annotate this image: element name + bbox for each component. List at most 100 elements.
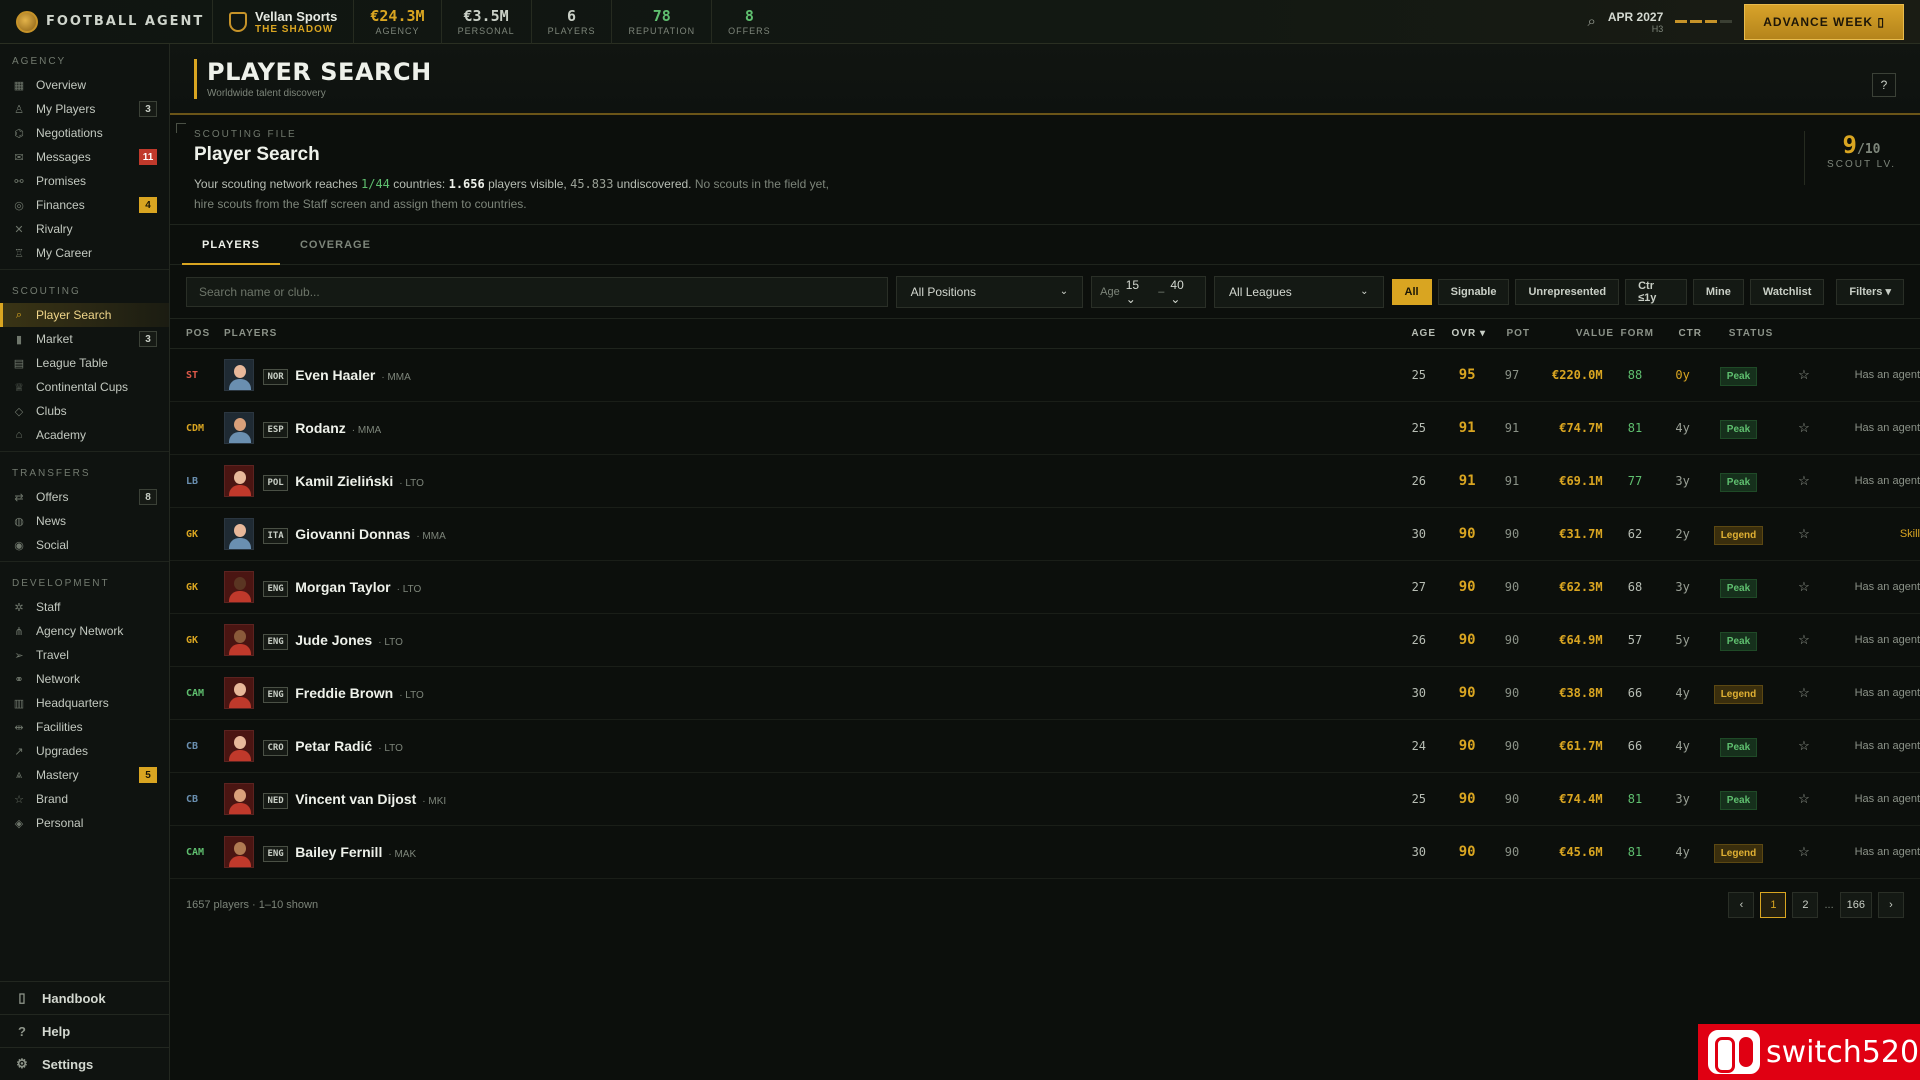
sidebar-item-finances[interactable]: ◎ Finances 4 [0, 193, 169, 217]
sidebar-item-social[interactable]: ◉ Social [0, 533, 169, 557]
avatar-head [233, 577, 246, 590]
player-name[interactable]: Freddie Brown [295, 685, 393, 701]
page-2-button[interactable]: 2 [1792, 892, 1819, 918]
sidebar-item-staff[interactable]: ✲ Staff [0, 595, 169, 619]
stat-value: 78 [652, 7, 671, 25]
filter-chip-mine[interactable]: Mine [1692, 278, 1744, 305]
table-row[interactable]: GK ENG Morgan Taylor · LTO 27 90 90 €62.3M 68 3y P… [170, 561, 1920, 614]
col-pos[interactable]: POS [170, 328, 216, 339]
watchlist-star-icon[interactable]: ☆ [1787, 420, 1821, 436]
sidebar-item-promises[interactable]: ⚯ Promises [0, 169, 169, 193]
watchlist-star-icon[interactable]: ☆ [1787, 685, 1821, 701]
gem-icon: ◈ [14, 817, 24, 830]
sidebar-item-overview[interactable]: ▦ Overview [0, 73, 169, 97]
sidebar-item-news[interactable]: ◍ News [0, 509, 169, 533]
watchlist-star-icon[interactable]: ☆ [1787, 791, 1821, 807]
watchlist-star-icon[interactable]: ☆ [1787, 844, 1821, 860]
sidebar-item-my-career[interactable]: ♖ My Career [0, 241, 169, 265]
table-row[interactable]: GK ITA Giovanni Donnas · MMA 30 90 90 €31.7M 62 2… [170, 508, 1920, 561]
table-row[interactable]: CDM ESP Rodanz · MMA 25 91 91 €74.7M 81 4y Peak ☆ Ha… [170, 402, 1920, 455]
sidebar-item-facilities[interactable]: ⇹ Facilities [0, 715, 169, 739]
help-button[interactable]: ? [1872, 73, 1896, 97]
sidebar-help-button[interactable]: ? Help [0, 1014, 170, 1047]
filter-chip-watchlist[interactable]: Watchlist [1749, 278, 1825, 305]
search-input[interactable] [186, 276, 888, 307]
sidebar-item-rivalry[interactable]: ✕ Rivalry [0, 217, 169, 241]
sidebar-item-negotiations[interactable]: ⌬ Negotiations [0, 121, 169, 145]
col-ctr[interactable]: CTR [1654, 328, 1702, 339]
age-min-select[interactable]: 15 ⌄ [1126, 278, 1153, 306]
player-name[interactable]: Vincent van Dijost [295, 791, 416, 807]
sidebar-item-brand[interactable]: ☆ Brand [0, 787, 169, 811]
player-name[interactable]: Even Haaler [295, 367, 375, 383]
player-name[interactable]: Giovanni Donnas [295, 526, 410, 542]
league-select[interactable]: All Leagues ⌄ [1214, 275, 1384, 308]
watchlist-star-icon[interactable]: ☆ [1787, 473, 1821, 489]
sidebar-item-player-search[interactable]: ⌕ Player Search [0, 303, 169, 327]
col-pot[interactable]: POT [1486, 328, 1530, 339]
col-value[interactable]: VALUE [1530, 328, 1614, 339]
filter-chip-signable[interactable]: Signable [1437, 278, 1510, 305]
prev-page-button[interactable]: ‹ [1728, 892, 1755, 918]
player-name[interactable]: Petar Radić [295, 738, 372, 754]
nationality-cell: ESP [263, 421, 295, 438]
sidebar-settings-button[interactable]: ⚙ Settings [0, 1047, 170, 1080]
player-name[interactable]: Bailey Fernill [295, 844, 382, 860]
filter-chip-unrepresented[interactable]: Unrepresented [1515, 278, 1620, 305]
avatar-head [233, 418, 246, 431]
next-page-button[interactable]: › [1878, 892, 1904, 918]
age-max-select[interactable]: 40 ⌄ [1170, 278, 1197, 306]
position-select[interactable]: All Positions ⌄ [895, 275, 1084, 308]
sidebar-item-upgrades[interactable]: ↗ Upgrades [0, 739, 169, 763]
table-row[interactable]: ST NOR Even Haaler · MMA 25 95 97 €220.0M 88 0y Pe… [170, 349, 1920, 402]
player-name[interactable]: Morgan Taylor [295, 579, 390, 595]
filter-chip-all[interactable]: All [1391, 278, 1432, 305]
tab-coverage[interactable]: COVERAGE [280, 225, 391, 265]
sidebar-item-academy[interactable]: ⌂ Academy [0, 423, 169, 447]
col-form[interactable]: FORM [1614, 328, 1654, 339]
page-1-button[interactable]: 1 [1760, 892, 1787, 918]
search-icon[interactable]: ⌕ [1587, 13, 1595, 30]
sidebar-item-personal[interactable]: ◈ Personal [0, 811, 169, 835]
sidebar-item-continental-cups[interactable]: ♕ Continental Cups [0, 375, 169, 399]
sidebar-item-league-table[interactable]: ▤ League Table [0, 351, 169, 375]
player-name[interactable]: Kamil Zieliński [295, 473, 393, 489]
sidebar-handbook-button[interactable]: ▯ Handbook [0, 981, 170, 1014]
more-filters-button[interactable]: Filters ▾ [1836, 278, 1904, 305]
week-segment [1675, 20, 1688, 23]
col-players[interactable]: PLAYERS [216, 328, 1406, 339]
watchlist-star-icon[interactable]: ☆ [1787, 738, 1821, 754]
table-row[interactable]: GK ENG Jude Jones · LTO 26 90 90 €64.9M 57 5y Peak… [170, 614, 1920, 667]
last-page-button[interactable]: 166 [1839, 892, 1872, 918]
watchlist-star-icon[interactable]: ☆ [1787, 367, 1821, 383]
sidebar-item-mastery[interactable]: ⩓ Mastery 5 [0, 763, 169, 787]
watchlist-star-icon[interactable]: ☆ [1787, 526, 1821, 542]
player-name[interactable]: Rodanz [295, 420, 346, 436]
sidebar-item-offers[interactable]: ⇄ Offers 8 [0, 485, 169, 509]
brand[interactable]: FOOTBALL AGENT [0, 10, 212, 33]
filter-chip-ctr-1y[interactable]: Ctr ≤1y [1625, 278, 1687, 305]
sidebar-item-network[interactable]: ⚭ Network [0, 667, 169, 691]
advance-week-button[interactable]: ADVANCE WEEK ▯ [1744, 3, 1904, 40]
table-row[interactable]: CAM ENG Freddie Brown · LTO 30 90 90 €38.8M 66 4y… [170, 667, 1920, 720]
col-status[interactable]: STATUS [1702, 328, 1800, 339]
avatar-shirt [228, 432, 251, 443]
col-ovr[interactable]: OVR ▾ [1436, 328, 1486, 339]
club-info[interactable]: Vellan Sports THE SHADOW [212, 0, 353, 44]
watchlist-star-icon[interactable]: ☆ [1787, 579, 1821, 595]
sidebar-item-messages[interactable]: ✉ Messages 11 [0, 145, 169, 169]
tab-players[interactable]: PLAYERS [182, 225, 280, 265]
watchlist-star-icon[interactable]: ☆ [1787, 632, 1821, 648]
sidebar-item-my-players[interactable]: ♙ My Players 3 [0, 97, 169, 121]
sidebar-item-clubs[interactable]: ◇ Clubs [0, 399, 169, 423]
sidebar-item-market[interactable]: ▮ Market 3 [0, 327, 169, 351]
table-row[interactable]: CB NED Vincent van Dijost · MKI 25 90 90 €74.4M… [170, 773, 1920, 826]
sidebar-item-travel[interactable]: ➢ Travel [0, 643, 169, 667]
sidebar-item-headquarters[interactable]: ▥ Headquarters [0, 691, 169, 715]
table-row[interactable]: CAM ENG Bailey Fernill · MAK 30 90 90 €45.6M 81 4… [170, 826, 1920, 879]
col-age[interactable]: AGE [1406, 328, 1436, 339]
sidebar-item-agency-network[interactable]: ⋔ Agency Network [0, 619, 169, 643]
table-row[interactable]: LB POL Kamil Zieliński · LTO 26 91 91 €69.1M 77 3… [170, 455, 1920, 508]
table-row[interactable]: CB CRO Petar Radić · LTO 24 90 90 €61.7M 66 4y Pea… [170, 720, 1920, 773]
player-name[interactable]: Jude Jones [295, 632, 372, 648]
